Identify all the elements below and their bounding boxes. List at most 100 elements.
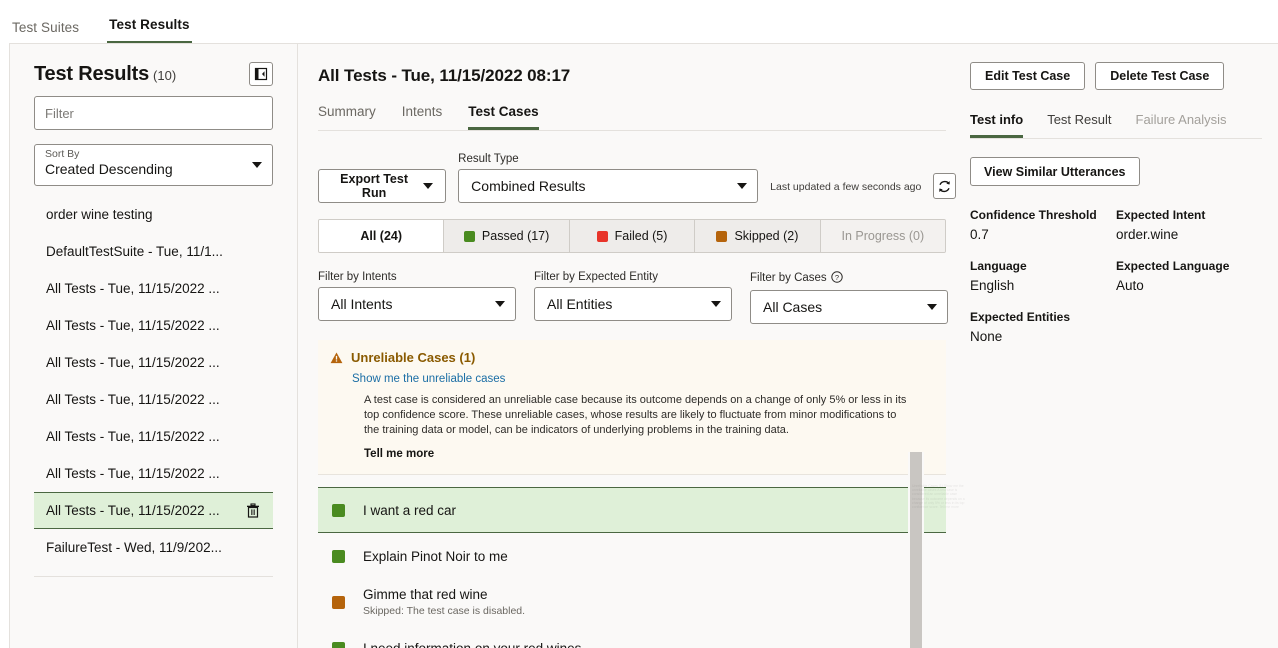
view-similar-utterances-button[interactable]: View Similar Utterances bbox=[970, 157, 1140, 186]
filter-label-text: Filter by Intents bbox=[318, 271, 397, 283]
detail-column-right: Expected Intent order.wine Expected Lang… bbox=[1116, 208, 1262, 361]
list-item[interactable]: All Tests - Tue, 11/15/2022 ... bbox=[34, 381, 273, 418]
refresh-button[interactable] bbox=[933, 173, 956, 199]
delete-icon[interactable] bbox=[245, 503, 261, 519]
banner-description: A test case is considered an unreliable … bbox=[364, 393, 909, 438]
tab-intents[interactable]: Intents bbox=[402, 104, 443, 130]
refresh-icon bbox=[937, 179, 952, 194]
tab-test-results[interactable]: Test Results bbox=[107, 17, 191, 44]
test-run-tabs: Summary Intents Test Cases bbox=[318, 104, 946, 131]
list-item-label: All Tests - Tue, 11/15/2022 ... bbox=[46, 466, 220, 481]
list-item[interactable]: All Tests - Tue, 11/15/2022 ... bbox=[34, 270, 273, 307]
sidebar-header: Test Results(10) bbox=[34, 44, 273, 96]
filter-field: Filter by Intents All Intents bbox=[318, 271, 516, 324]
expected-intent-label: Expected Intent bbox=[1116, 208, 1262, 222]
list-item-label: All Tests - Tue, 11/15/2022 ... bbox=[46, 503, 220, 518]
filter-input[interactable] bbox=[34, 96, 273, 130]
sidebar-divider bbox=[34, 576, 273, 577]
export-test-run-button[interactable]: Export Test Run bbox=[318, 169, 446, 203]
confidence-threshold-label: Confidence Threshold bbox=[970, 208, 1116, 222]
filter-select[interactable]: All Cases bbox=[750, 290, 948, 324]
status-tab[interactable]: Passed (17) bbox=[444, 220, 569, 252]
list-item[interactable]: All Tests - Tue, 11/15/2022 ... bbox=[34, 418, 273, 455]
language-value: English bbox=[970, 278, 1116, 293]
filter-label: Filter by Intents bbox=[318, 271, 516, 283]
sort-by-value: Created Descending bbox=[45, 161, 262, 178]
chevron-down-icon bbox=[711, 301, 721, 307]
center-column: All Tests - Tue, 11/15/2022 08:17 Summar… bbox=[298, 44, 956, 648]
detail-tabs: Test info Test Result Failure Analysis bbox=[970, 112, 1262, 139]
status-tab-label: Passed (17) bbox=[482, 229, 549, 243]
detail-column-left: Confidence Threshold 0.7 Language Englis… bbox=[970, 208, 1116, 361]
page-title: Test Results bbox=[34, 63, 149, 85]
test-case-row[interactable]: Gimme that red wineSkipped: The test cas… bbox=[318, 579, 946, 625]
status-dot-icon bbox=[597, 231, 608, 242]
test-case-row[interactable]: Explain Pinot Noir to me bbox=[318, 533, 946, 579]
toolbar: Export Test Run Result Type Combined Res… bbox=[318, 153, 956, 203]
test-case-text-wrap: I need information on your red wines bbox=[363, 641, 581, 648]
filter-select[interactable]: All Intents bbox=[318, 287, 516, 321]
banner-title: Unreliable Cases (1) bbox=[351, 350, 475, 365]
list-item[interactable]: All Tests - Tue, 11/15/2022 ... bbox=[34, 455, 273, 492]
test-results-list: order wine testing DefaultTestSuite - Tue… bbox=[34, 196, 273, 566]
filter-label: Filter by Cases? bbox=[750, 271, 948, 286]
tab-test-cases[interactable]: Test Cases bbox=[468, 104, 538, 130]
list-item-label: All Tests - Tue, 11/15/2022 ... bbox=[46, 355, 220, 370]
tab-test-info[interactable]: Test info bbox=[970, 112, 1023, 138]
page-title-wrap: Test Results(10) bbox=[34, 63, 176, 86]
list-item-label: All Tests - Tue, 11/15/2022 ... bbox=[46, 281, 220, 296]
collapse-panel-button[interactable] bbox=[249, 62, 273, 86]
test-case-row[interactable]: I want a red car bbox=[318, 487, 946, 533]
tell-me-more-link[interactable]: Tell me more bbox=[364, 448, 934, 460]
list-item[interactable]: All Tests - Tue, 11/15/2022 ... bbox=[34, 344, 273, 381]
tab-failure-analysis[interactable]: Failure Analysis bbox=[1136, 112, 1227, 138]
list-item[interactable]: FailureTest - Wed, 11/9/202... bbox=[34, 529, 273, 566]
test-case-row[interactable]: I need information on your red wines bbox=[318, 625, 946, 648]
list-item[interactable]: DefaultTestSuite - Tue, 11/1... bbox=[34, 233, 273, 270]
chevron-down-icon bbox=[927, 304, 937, 310]
tab-test-suites[interactable]: Test Suites bbox=[10, 20, 81, 44]
status-tab[interactable]: All (24) bbox=[319, 220, 444, 252]
sort-by-select[interactable]: Sort By Created Descending bbox=[34, 144, 273, 186]
svg-text:?: ? bbox=[835, 273, 839, 282]
filter-select[interactable]: All Entities bbox=[534, 287, 732, 321]
help-circle-icon[interactable]: ? bbox=[831, 271, 843, 286]
language-label: Language bbox=[970, 259, 1116, 273]
edit-test-case-button[interactable]: Edit Test Case bbox=[970, 62, 1085, 90]
list-item-label: All Tests - Tue, 11/15/2022 ... bbox=[46, 429, 220, 444]
app-root: Test Suites Test Results Test Results(10… bbox=[0, 0, 1278, 648]
status-tab-label: All (24) bbox=[360, 229, 402, 243]
filter-value: All Intents bbox=[331, 296, 392, 312]
result-type-select[interactable]: Combined Results bbox=[458, 169, 758, 203]
list-item[interactable]: order wine testing bbox=[34, 196, 273, 233]
show-unreliable-cases-link[interactable]: Show me the unreliable cases bbox=[352, 373, 934, 385]
status-tab-label: In Progress (0) bbox=[841, 229, 924, 243]
status-tab[interactable]: Skipped (2) bbox=[695, 220, 820, 252]
chevron-down-icon bbox=[495, 301, 505, 307]
expected-entities-label: Expected Entities bbox=[970, 310, 1116, 324]
last-updated-text: Last updated a few seconds ago bbox=[770, 181, 921, 193]
unreliable-cases-banner: Unreliable Cases (1) Show me the unrelia… bbox=[318, 340, 946, 475]
sidebar: Test Results(10) Sort By Created Descend… bbox=[10, 44, 298, 648]
list-item-label: All Tests - Tue, 11/15/2022 ... bbox=[46, 392, 220, 407]
tab-summary[interactable]: Summary bbox=[318, 104, 376, 130]
test-case-utterance: I need information on your red wines bbox=[363, 641, 581, 648]
filter-label: Filter by Expected Entity bbox=[534, 271, 732, 283]
status-square-icon bbox=[332, 642, 345, 648]
status-tab[interactable]: Failed (5) bbox=[570, 220, 695, 252]
tab-test-result[interactable]: Test Result bbox=[1047, 112, 1111, 138]
detail-panel: Edit Test Case Delete Test Case Test inf… bbox=[956, 44, 1278, 648]
result-type-field: Result Type Combined Results bbox=[458, 153, 758, 203]
chevron-down-icon bbox=[737, 183, 747, 189]
expected-entities-value: None bbox=[970, 329, 1116, 344]
list-item[interactable]: All Tests - Tue, 11/15/2022 ... bbox=[34, 307, 273, 344]
list-item-label: order wine testing bbox=[46, 207, 153, 222]
banner-header: Unreliable Cases (1) bbox=[330, 350, 934, 365]
delete-test-case-button[interactable]: Delete Test Case bbox=[1095, 62, 1224, 90]
list-item[interactable]: All Tests - Tue, 11/15/2022 ... bbox=[34, 492, 273, 529]
case-list-scrollbar-thumb[interactable] bbox=[910, 452, 922, 648]
export-test-run-label: Export Test Run bbox=[333, 172, 415, 200]
detail-actions: Edit Test Case Delete Test Case bbox=[970, 62, 1262, 90]
chevron-down-icon bbox=[423, 183, 433, 189]
expected-language-value: Auto bbox=[1116, 278, 1262, 293]
